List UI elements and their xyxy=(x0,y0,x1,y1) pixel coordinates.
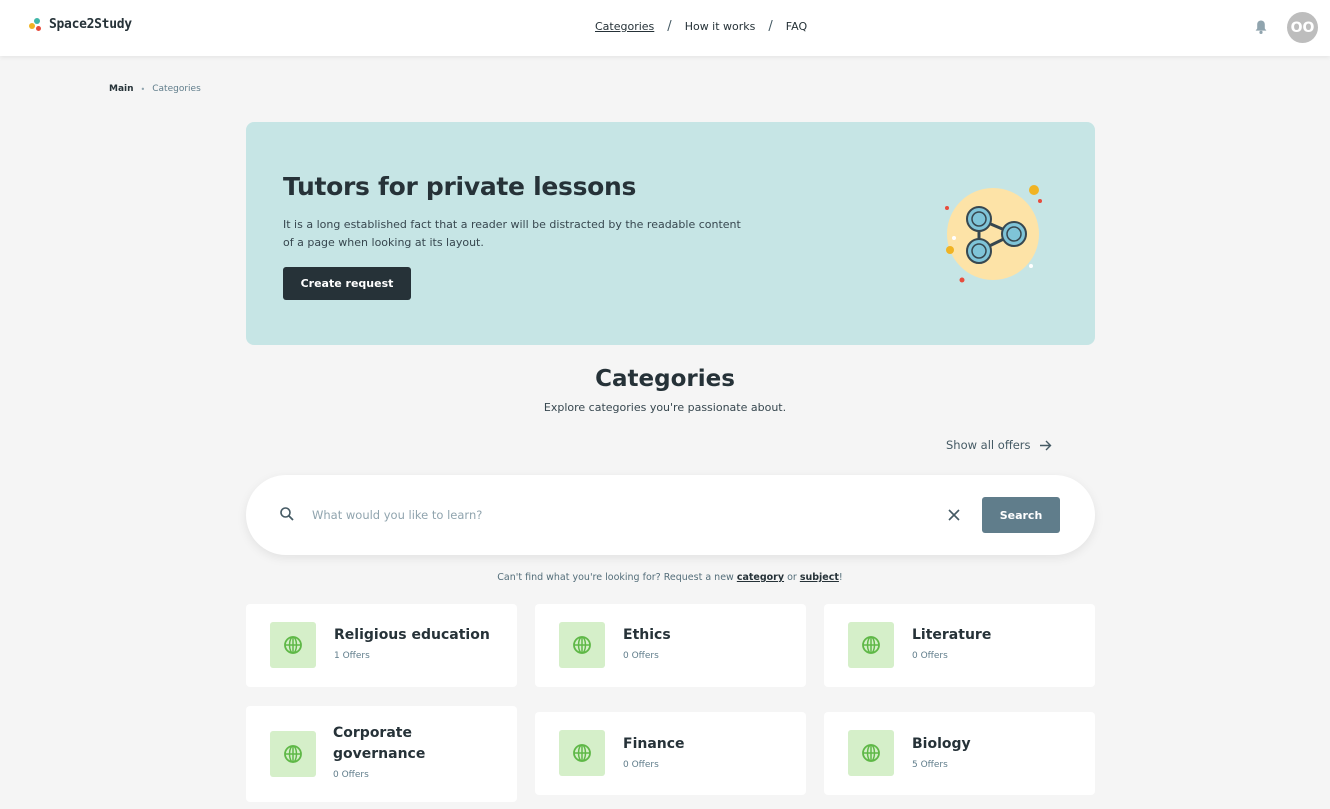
nav-separator: / xyxy=(768,19,773,34)
category-name: Religious education xyxy=(334,627,490,643)
category-card[interactable]: Finance 0 Offers xyxy=(535,712,806,795)
arrow-right-icon xyxy=(1039,440,1052,450)
close-icon[interactable] xyxy=(947,507,961,521)
hero-title: Tutors for private lessons xyxy=(283,172,637,201)
nav-faq[interactable]: FAQ xyxy=(786,20,807,33)
category-offers-count: 0 Offers xyxy=(623,651,659,661)
globe-icon xyxy=(559,730,605,776)
category-name: Literature xyxy=(912,627,992,643)
logo[interactable]: Space2Study xyxy=(29,17,132,32)
globe-icon xyxy=(270,731,316,777)
top-header: Space2Study Categories / How it works / … xyxy=(0,0,1330,56)
request-middle: or xyxy=(784,572,800,583)
category-card[interactable]: Religious education 1 Offers xyxy=(246,604,517,687)
request-prefix: Can't find what you're looking for? Requ… xyxy=(497,572,737,583)
globe-icon xyxy=(848,730,894,776)
request-subject-link[interactable]: subject xyxy=(800,572,839,583)
logo-mark-icon xyxy=(29,17,43,32)
notification-bell-icon[interactable] xyxy=(1254,19,1268,35)
globe-icon xyxy=(559,622,605,668)
avatar[interactable]: OO xyxy=(1287,12,1318,43)
show-all-offers-label: Show all offers xyxy=(946,438,1031,452)
category-offers-count: 1 Offers xyxy=(334,651,370,661)
category-card[interactable]: Corporate governance 0 Offers xyxy=(246,706,517,802)
category-card[interactable]: Biology 5 Offers xyxy=(824,712,1095,795)
search-button[interactable]: Search xyxy=(982,497,1060,533)
show-all-offers-link[interactable]: Show all offers xyxy=(946,438,1052,452)
nav-separator: / xyxy=(667,19,672,34)
category-name: Ethics xyxy=(623,627,671,643)
breadcrumb-separator-icon: • xyxy=(140,84,146,94)
category-offers-count: 5 Offers xyxy=(912,760,948,770)
breadcrumb: Main • Categories xyxy=(109,84,201,94)
breadcrumb-current: Categories xyxy=(152,84,201,94)
categories-subtitle: Explore categories you're passionate abo… xyxy=(543,401,787,414)
breadcrumb-main-link[interactable]: Main xyxy=(109,84,134,94)
globe-icon xyxy=(270,622,316,668)
hero-banner: Tutors for private lessons It is a long … xyxy=(246,122,1095,345)
category-name: Finance xyxy=(623,736,685,752)
share-nodes-icon xyxy=(938,180,1050,292)
request-suffix: ! xyxy=(838,572,843,583)
category-offers-count: 0 Offers xyxy=(333,770,369,780)
search-bar: Search xyxy=(246,475,1095,555)
category-offers-count: 0 Offers xyxy=(623,760,659,770)
category-offers-count: 0 Offers xyxy=(912,651,948,661)
categories-title: Categories xyxy=(595,366,735,392)
category-name: Biology xyxy=(912,736,971,752)
top-nav: Categories / How it works / FAQ xyxy=(595,19,807,34)
nav-categories[interactable]: Categories xyxy=(595,20,654,33)
hero-description: It is a long established fact that a rea… xyxy=(283,218,741,249)
category-name: Corporate governance xyxy=(333,725,426,762)
create-request-button[interactable]: Create request xyxy=(283,267,411,300)
request-category-link[interactable]: category xyxy=(737,572,784,583)
logo-text: Space2Study xyxy=(49,17,132,32)
search-icon xyxy=(279,506,295,522)
category-card[interactable]: Ethics 0 Offers xyxy=(535,604,806,687)
request-new-text: Can't find what you're looking for? Requ… xyxy=(0,572,1330,583)
search-input[interactable] xyxy=(312,504,912,526)
globe-icon xyxy=(848,622,894,668)
category-card[interactable]: Literature 0 Offers xyxy=(824,604,1095,687)
nav-how-it-works[interactable]: How it works xyxy=(685,20,756,33)
